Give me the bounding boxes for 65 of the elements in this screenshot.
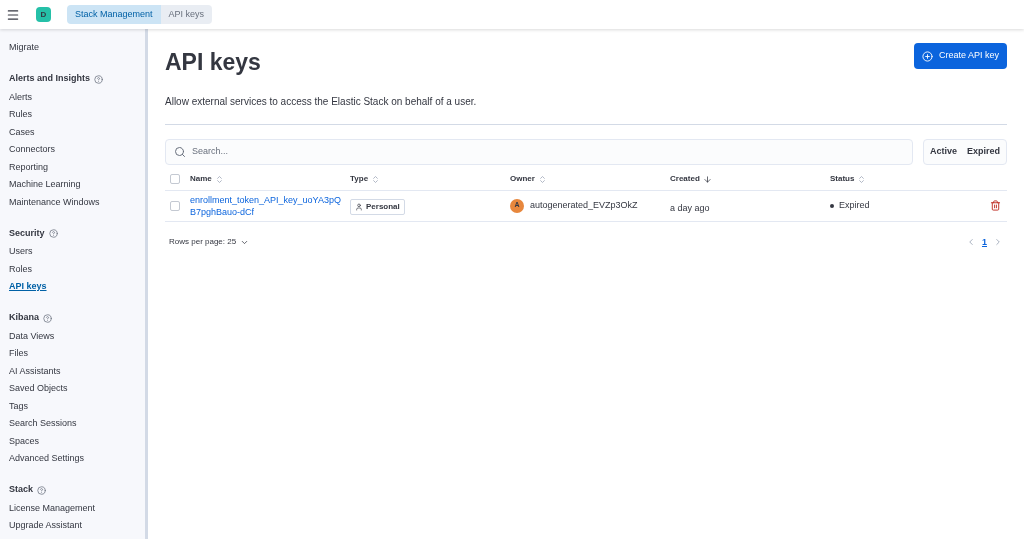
search-input[interactable]: Search... (192, 144, 904, 159)
sidebar-item[interactable]: Spaces (9, 434, 40, 448)
help-icon[interactable] (43, 313, 52, 323)
sort-icon[interactable] (537, 174, 547, 184)
column-header[interactable]: Type (350, 173, 369, 185)
sidebar-item[interactable]: Data Views (9, 329, 55, 343)
next-page-icon[interactable] (993, 237, 1003, 248)
breadcrumb[interactable]: Stack Management (67, 4, 161, 25)
sort-icon[interactable] (371, 174, 381, 184)
sidebar-heading: Kibana (9, 311, 39, 325)
type-badge: Personal (350, 198, 405, 215)
page-description: Allow external services to access the Elastic Stack on behalf of a user. (165, 94, 478, 109)
row-checkbox[interactable] (170, 200, 180, 211)
previous-page-icon[interactable] (966, 237, 976, 248)
sidebar-item[interactable]: Roles (9, 262, 32, 276)
sidebar-heading: Security (9, 226, 45, 240)
create-api-key-button[interactable]: Create API key (913, 43, 1007, 69)
column-header[interactable]: Owner (510, 173, 535, 185)
search-icon (174, 145, 186, 158)
sidebar-item[interactable]: Advanced Settings (9, 452, 85, 466)
sidebar-item[interactable]: Machine Learning (9, 178, 81, 192)
status-text: Expired (839, 198, 870, 212)
filter-button[interactable]: Expired (967, 144, 1000, 159)
sidebar-item[interactable]: Maintenance Windows (9, 195, 100, 209)
breadcrumb[interactable]: API keys (160, 4, 213, 25)
sidebar-item[interactable]: Reporting (9, 160, 49, 174)
sidebar-item[interactable]: Migrate (9, 41, 39, 55)
column-header[interactable]: Created (670, 173, 700, 185)
select-all-checkbox[interactable] (170, 174, 180, 184)
sort-descending-icon[interactable] (702, 174, 712, 184)
sidebar-item[interactable]: Saved Objects (9, 382, 68, 396)
page-title: API keys (165, 48, 261, 77)
sidebar-item[interactable]: Tags (9, 399, 28, 413)
sidebar-item[interactable]: Connectors (9, 143, 56, 157)
column-header[interactable]: Status (830, 173, 855, 185)
sidebar-item[interactable]: Cases (9, 125, 35, 139)
sidebar-item[interactable]: Alerts (9, 90, 32, 104)
api-key-name-link[interactable]: enrollment_token_API_key_uoYA3pQB7pghBauo-dCf (190, 193, 344, 218)
column-header[interactable]: Name (190, 173, 212, 185)
sidebar-item[interactable]: Upgrade Assistant (9, 519, 83, 533)
sidebar-item[interactable]: License Management (9, 501, 96, 515)
sidebar-heading: Stack (9, 483, 34, 497)
sidebar-item[interactable]: API keys (9, 280, 47, 294)
user-icon (355, 202, 363, 211)
sidebar-item[interactable]: Search Sessions (9, 417, 77, 431)
sidebar-item[interactable]: Users (9, 245, 33, 259)
help-icon[interactable] (94, 74, 103, 84)
sort-icon[interactable] (857, 174, 867, 184)
created-cell: a day ago (670, 202, 710, 213)
help-icon[interactable] (37, 485, 47, 495)
sort-icon[interactable] (214, 174, 224, 184)
owner-name: autogenerated_EVZp3OkZ (530, 198, 638, 212)
page-number[interactable]: 1 (982, 235, 987, 249)
sidebar-item[interactable]: Rules (9, 108, 32, 122)
sidebar-heading: Alerts and Insights (9, 72, 90, 86)
sidebar-item[interactable]: AI Assistants (9, 364, 61, 378)
plus-icon (921, 50, 933, 62)
help-icon[interactable] (48, 229, 58, 238)
space-avatar[interactable]: D (36, 7, 51, 22)
search-field[interactable]: Search... (165, 138, 913, 165)
rows-per-page-button[interactable]: Rows per page: 25 (169, 236, 250, 249)
menu-icon[interactable] (6, 7, 20, 22)
sidebar-item[interactable]: Files (9, 347, 28, 361)
delete-icon[interactable] (990, 200, 1001, 211)
filter-button[interactable]: Active (929, 144, 957, 159)
